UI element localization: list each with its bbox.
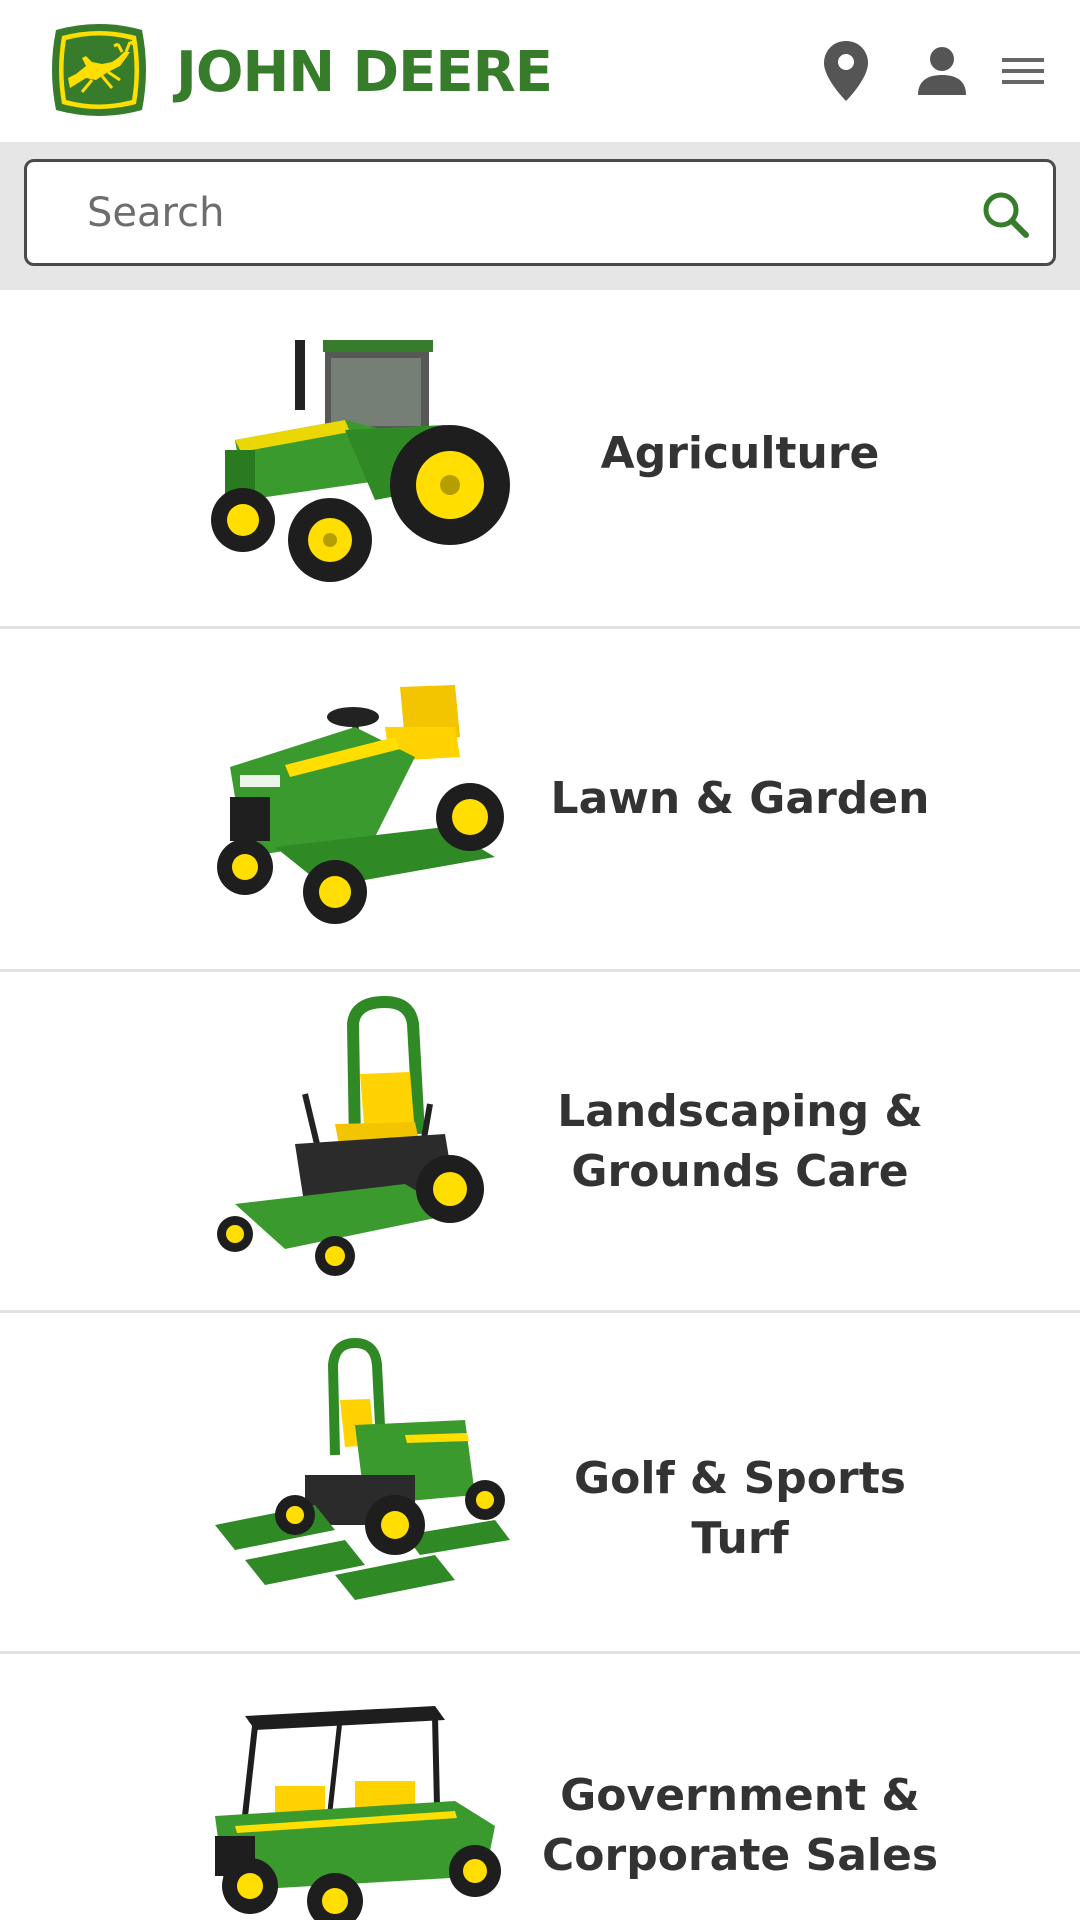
category-label: Golf & Sports Turf (520, 1449, 960, 1569)
category-label-line2: Corporate Sales (541, 1830, 939, 1881)
category-label-line1: Agriculture (600, 428, 880, 479)
category-landscaping-grounds-care[interactable]: Landscaping & Grounds Care (0, 972, 1080, 1313)
category-label: Government & Corporate Sales (520, 1766, 960, 1886)
category-label-line1: Government & (560, 1770, 920, 1821)
search-input[interactable] (87, 182, 947, 244)
john-deere-logo[interactable] (46, 22, 152, 118)
tractor-image (205, 310, 515, 600)
reel-mower-image (205, 1335, 515, 1625)
zero-turn-mower-image (205, 994, 515, 1284)
search-box[interactable] (24, 159, 1056, 266)
category-agriculture[interactable]: Agriculture (0, 290, 1080, 629)
brand-wordmark[interactable]: JOHN DEERE (176, 40, 553, 107)
brand-name: JOHN DEERE (176, 40, 553, 105)
category-label: Lawn & Garden (520, 769, 960, 829)
riding-mower-image (205, 657, 515, 947)
category-label-line1: Golf & Sports Turf (574, 1453, 906, 1564)
category-government-corporate-sales[interactable]: Government & Corporate Sales (0, 1654, 1080, 1920)
category-label-line1: Landscaping & (557, 1086, 923, 1137)
category-label-line2: Grounds Care (571, 1146, 909, 1197)
menu-icon[interactable] (988, 36, 1058, 106)
category-lawn-garden[interactable]: Lawn & Garden (0, 629, 1080, 972)
user-icon[interactable] (907, 36, 977, 106)
search-icon[interactable] (977, 186, 1033, 242)
category-golf-sports-turf[interactable]: Golf & Sports Turf (0, 1313, 1080, 1654)
location-pin-icon[interactable] (811, 36, 881, 106)
utility-vehicle-image (205, 1706, 515, 1920)
site-header: JOHN DEERE (0, 0, 1080, 142)
category-label-line1: Lawn & Garden (550, 773, 930, 824)
category-label: Landscaping & Grounds Care (520, 1082, 960, 1202)
category-label: Agriculture (520, 424, 960, 484)
